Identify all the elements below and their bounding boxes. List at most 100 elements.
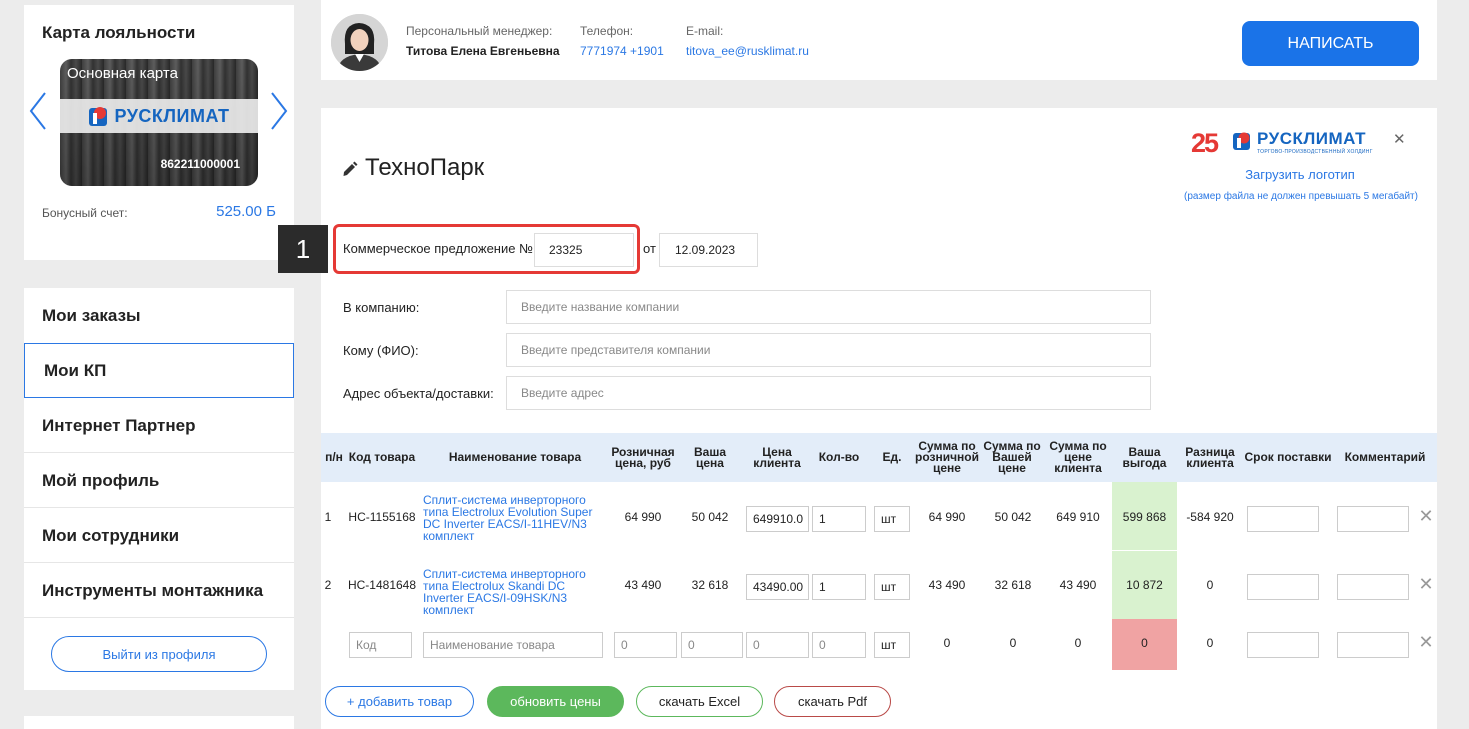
loyalty-card-panel: Карта лояльности Основная карта РУСКЛИМА… (24, 5, 294, 260)
phone-label: Телефон: (580, 24, 634, 38)
row-num: 2 (324, 578, 332, 592)
col-unit: Ед. (882, 450, 902, 464)
new-your-price-input[interactable]: 0 (681, 632, 743, 658)
new-profit: 0 (1141, 636, 1148, 650)
manager-info: Персональный менеджер: Титова Елена Евге… (406, 24, 560, 58)
qty-input[interactable]: 1 (812, 574, 866, 600)
upload-logo-link[interactable]: Загрузить логотип (1180, 167, 1420, 182)
new-delivery-input[interactable] (1247, 632, 1319, 658)
new-sum-your: 0 (1009, 636, 1017, 650)
refresh-prices-button[interactable]: обновить цены (487, 686, 624, 717)
qty-input[interactable]: 1 (812, 506, 866, 532)
row-sum-client: 43 490 (1059, 578, 1097, 592)
row-sum-your: 32 618 (994, 578, 1032, 592)
email-label: E-mail: (686, 24, 724, 38)
delete-row-icon[interactable]: ✕ (1417, 632, 1435, 653)
logo-tagline: ТОРГОВО-ПРОИЗВОДСТВЕННЫЙ ХОЛДИНГ (1257, 149, 1373, 155)
col-comment: Комментарий (1344, 450, 1426, 464)
kp-number-input[interactable]: 23325 (534, 233, 634, 267)
card-brand: РУСКЛИМАТ (114, 105, 230, 126)
loyalty-title: Карта лояльности (42, 23, 196, 42)
col-sum-retail: Сумма по розничной цене (914, 439, 979, 475)
download-pdf-button[interactable]: скачать Pdf (774, 686, 891, 717)
row-retail: 43 490 (624, 578, 662, 592)
new-name-input[interactable]: Наименование товара (423, 632, 603, 658)
address-label: Адрес объекта/доставки: (343, 386, 494, 401)
new-client-price-input[interactable]: 0 (746, 632, 809, 658)
kp-date-input[interactable]: 12.09.2023 (659, 233, 758, 267)
new-comment-input[interactable] (1337, 632, 1409, 658)
menu-item-installer-tools[interactable]: Инструменты монтажника (24, 563, 294, 618)
remove-logo-icon[interactable]: ✕ (1393, 130, 1406, 148)
delivery-input[interactable] (1247, 506, 1319, 532)
recipient-label: Кому (ФИО): (343, 343, 419, 358)
rusklimat-logo-icon (1233, 131, 1253, 151)
col-name: Наименование товара (448, 450, 582, 464)
new-unit-select[interactable]: шт (874, 632, 910, 658)
col-diff: Разница клиента (1185, 444, 1235, 470)
chevron-left-icon[interactable] (27, 91, 49, 131)
logo-brand: РУСКЛИМАТ (1257, 129, 1366, 148)
delete-row-icon[interactable]: ✕ (1417, 506, 1435, 527)
manager-role-label: Персональный менеджер: (406, 24, 553, 38)
comment-input[interactable] (1337, 506, 1409, 532)
menu-item-kp[interactable]: Мои КП (24, 343, 294, 398)
upload-hint: (размер файла не должен превышать 5 мега… (1184, 191, 1418, 202)
download-excel-button[interactable]: скачать Excel (636, 686, 763, 717)
menu-item-orders[interactable]: Мои заказы (24, 288, 294, 343)
avatar (331, 14, 388, 71)
row-sum-your: 50 042 (994, 510, 1032, 524)
menu-item-profile[interactable]: Мой профиль (24, 453, 294, 508)
add-product-button[interactable]: + добавить товар (325, 686, 474, 717)
delivery-input[interactable] (1247, 574, 1319, 600)
company-input[interactable]: Введите название компании (506, 290, 1151, 324)
manager-name: Титова Елена Евгеньевна (406, 44, 560, 58)
menu-item-internet-partner[interactable]: Интернет Партнер (24, 398, 294, 453)
col-retail: Розничная цена, руб (611, 444, 675, 470)
col-delivery: Срок поставки (1244, 450, 1332, 464)
write-manager-button[interactable]: НАПИСАТЬ (1242, 21, 1419, 66)
menu-divider (24, 617, 294, 618)
sidebar-lower-panel (24, 716, 294, 729)
col-your-price: Ваша цена (693, 444, 726, 470)
menu-item-employees[interactable]: Мои сотрудники (24, 508, 294, 563)
new-retail-input[interactable]: 0 (614, 632, 677, 658)
recipient-input[interactable]: Введите представителя компании (506, 333, 1151, 367)
row-diff: 0 (1206, 578, 1214, 592)
page-title[interactable]: ТехноПарк (365, 154, 484, 182)
row-your-price: 50 042 (691, 510, 729, 524)
unit-select[interactable]: шт (874, 506, 910, 532)
new-code-input[interactable]: Код (349, 632, 412, 658)
loyalty-card-image: Основная карта РУСКЛИМАТ 862211000001 (60, 59, 258, 186)
address-input[interactable]: Введите адрес (506, 376, 1151, 410)
manager-email-link[interactable]: titova_ee@rusklimat.ru (686, 44, 809, 58)
manager-phone-link[interactable]: 7771974 +1901 (580, 44, 664, 58)
row-profit: 599 868 (1122, 510, 1167, 524)
col-qty: Кол-во (818, 450, 860, 464)
row-num: 1 (324, 510, 332, 524)
table-header: п/н Код товара Наименование товара Розни… (321, 433, 1437, 482)
col-sum-your: Сумма по Вашей цене (983, 439, 1041, 475)
manager-bar: Персональный менеджер: Титова Елена Евге… (321, 0, 1437, 80)
col-num: п/н (325, 450, 343, 464)
comment-input[interactable] (1337, 574, 1409, 600)
row-sum-retail: 43 490 (928, 578, 966, 592)
pencil-icon[interactable] (341, 159, 359, 177)
chevron-right-icon[interactable] (268, 91, 290, 131)
logout-button[interactable]: Выйти из профиля (51, 636, 267, 672)
client-price-input[interactable]: 649910.0 (746, 506, 809, 532)
col-client-price: Цена клиента (753, 444, 801, 470)
unit-select[interactable]: шт (874, 574, 910, 600)
col-code: Код товара (348, 450, 416, 464)
card-name: Основная карта (67, 65, 178, 82)
new-qty-input[interactable]: 0 (812, 632, 866, 658)
col-sum-client: Сумма по цене клиента (1049, 439, 1107, 475)
product-link[interactable]: Сплит-система инверторного типа Electrol… (423, 494, 603, 542)
kp-number-label: Коммерческое предложение № (343, 241, 534, 256)
row-diff: -584 920 (1186, 510, 1234, 524)
row-code: НС-1155168 (348, 510, 416, 524)
product-link[interactable]: Сплит-система инверторного типа Electrol… (423, 568, 605, 616)
client-price-input[interactable]: 43490.00 (746, 574, 809, 600)
logo-anniversary: 25 (1191, 128, 1219, 158)
delete-row-icon[interactable]: ✕ (1417, 574, 1435, 595)
